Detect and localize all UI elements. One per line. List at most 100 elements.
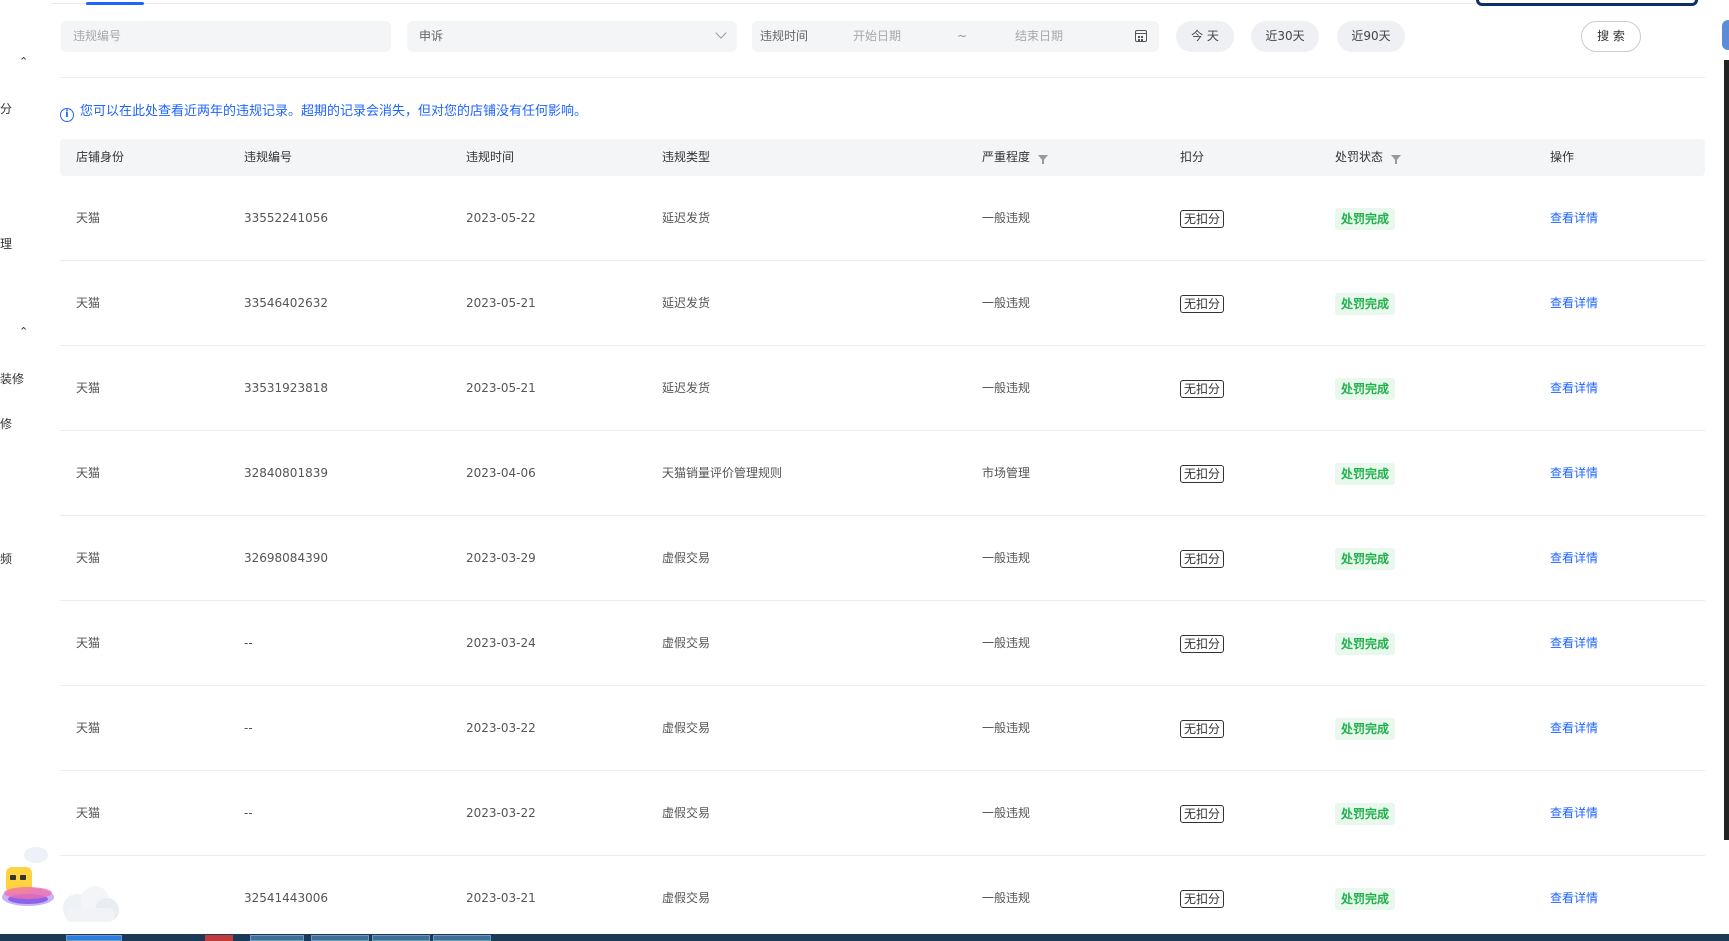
view-details-link[interactable]: 查看详情 — [1550, 431, 1598, 516]
filter-icon[interactable] — [1391, 155, 1402, 164]
cell-severity: 一般违规 — [982, 296, 1031, 310]
points-tag: 无扣分 — [1180, 890, 1225, 908]
cell-shop: 天猫 — [76, 211, 101, 225]
info-notice: i 您可以在此处查看近两年的违规记录。超期的记录会消失，但对您的店铺没有任何影响。 — [60, 103, 587, 122]
view-details-link[interactable]: 查看详情 — [1550, 601, 1598, 686]
table-row: 天猫 32840801839 2023-04-06 天猫销量评价管理规则 市场管理 无扣分… — [60, 431, 1705, 516]
cell-violation-time: 2023-03-24 — [466, 636, 536, 650]
col-violation-type: 违规类型 — [662, 150, 711, 164]
status-badge: 处罚完成 — [1335, 548, 1396, 570]
violation-date-range[interactable]: 违规时间 开始日期 ~ 结束日期 — [752, 21, 1159, 52]
cell-violation-time: 2023-05-22 — [466, 211, 536, 225]
status-badge: 处罚完成 — [1335, 378, 1396, 400]
status-badge: 处罚完成 — [1335, 888, 1396, 910]
search-button[interactable]: 搜 索 — [1581, 21, 1641, 52]
status-badge: 处罚完成 — [1335, 208, 1396, 230]
cell-violation-time: 2023-05-21 — [466, 381, 536, 395]
status-badge: 处罚完成 — [1335, 803, 1396, 825]
notice-text: 您可以在此处查看近两年的违规记录。超期的记录会消失，但对您的店铺没有任何影响。 — [80, 104, 588, 119]
filter-icon[interactable] — [1038, 155, 1049, 164]
view-details-link[interactable]: 查看详情 — [1550, 176, 1598, 261]
taskbar-item[interactable] — [205, 935, 233, 941]
collapse-caret-icon[interactable]: ⌃ — [19, 325, 28, 338]
points-tag: 无扣分 — [1180, 295, 1225, 313]
cell-shop: 天猫 — [76, 806, 101, 820]
cell-violation-no: 32698084390 — [244, 551, 328, 565]
collapse-caret-icon[interactable]: ⌃ — [19, 55, 28, 68]
view-details-link[interactable]: 查看详情 — [1550, 686, 1598, 771]
quick-today-button[interactable]: 今 天 — [1176, 21, 1234, 52]
cell-severity: 市场管理 — [982, 466, 1031, 480]
appeal-select[interactable]: 申诉 — [407, 21, 737, 52]
cell-severity: 一般违规 — [982, 551, 1031, 565]
calendar-icon[interactable] — [1135, 30, 1147, 42]
points-tag: 无扣分 — [1180, 635, 1225, 653]
cell-violation-type: 延迟发货 — [662, 296, 711, 310]
cell-violation-time: 2023-05-21 — [466, 296, 536, 310]
cell-violation-no: -- — [244, 636, 253, 650]
view-details-link[interactable]: 查看详情 — [1550, 516, 1598, 601]
table-row: 天猫 -- 2023-03-22 虚假交易 一般违规 无扣分 处罚完成 查看详情 — [60, 771, 1705, 856]
cell-shop: 天猫 — [76, 381, 101, 395]
end-date-input[interactable]: 结束日期 — [1015, 21, 1063, 52]
table-row: 天猫 -- 2023-03-24 虚假交易 一般违规 无扣分 处罚完成 查看详情 — [60, 601, 1705, 686]
cell-violation-type: 天猫销量评价管理规则 — [662, 466, 783, 480]
date-range-label: 违规时间 — [760, 29, 809, 43]
cell-shop: 天猫 — [76, 551, 101, 565]
side-widget[interactable] — [1722, 20, 1729, 50]
table-row: 天猫 -- 2023-03-22 虚假交易 一般违规 无扣分 处罚完成 查看详情 — [60, 686, 1705, 771]
col-points: 扣分 — [1180, 150, 1205, 164]
cell-violation-time: 2023-03-22 — [466, 721, 536, 735]
col-violation-time: 违规时间 — [466, 150, 515, 164]
sidebar-item-label[interactable]: 频 — [0, 550, 12, 567]
table-row: 天猫 33552241056 2023-05-22 延迟发货 一般违规 无扣分 处罚完成 查看… — [60, 176, 1705, 261]
cell-violation-type: 延迟发货 — [662, 211, 711, 225]
sidebar-item-label[interactable]: 修 — [0, 415, 12, 432]
status-badge: 处罚完成 — [1335, 633, 1396, 655]
cell-violation-type: 虚假交易 — [662, 891, 711, 905]
cloud-icon — [63, 886, 119, 922]
cell-severity: 一般违规 — [982, 636, 1031, 650]
taskbar-item[interactable] — [372, 935, 430, 941]
taskbar-item[interactable] — [250, 935, 304, 941]
view-details-link[interactable]: 查看详情 — [1550, 771, 1598, 856]
view-details-link[interactable]: 查看详情 — [1550, 261, 1598, 346]
status-badge: 处罚完成 — [1335, 718, 1396, 740]
cell-violation-type: 虚假交易 — [662, 721, 711, 735]
table-row: 32541443006 2023-03-21 虚假交易 一般违规 无扣分 处罚完成 查看详情 — [60, 856, 1705, 941]
filter-divider — [60, 77, 1705, 78]
info-icon: i — [60, 108, 74, 122]
cell-severity: 一般违规 — [982, 721, 1031, 735]
points-tag: 无扣分 — [1180, 465, 1225, 483]
quick-90-days-button[interactable]: 近90天 — [1337, 21, 1405, 52]
points-tag: 无扣分 — [1180, 380, 1225, 398]
sidebar-item-label[interactable]: 分 — [0, 100, 12, 117]
sidebar-item-label[interactable]: 装修 — [0, 370, 24, 387]
view-details-link[interactable]: 查看详情 — [1550, 346, 1598, 431]
view-details-link[interactable]: 查看详情 — [1550, 856, 1598, 941]
cell-severity: 一般违规 — [982, 211, 1031, 225]
taskbar-item[interactable] — [66, 935, 122, 941]
cell-shop: 天猫 — [76, 466, 101, 480]
top-right-control[interactable] — [1476, 0, 1698, 6]
taskbar-item[interactable] — [311, 935, 369, 941]
col-action: 操作 — [1550, 150, 1575, 164]
cell-violation-no: 32840801839 — [244, 466, 328, 480]
quick-30-days-button[interactable]: 近30天 — [1251, 21, 1319, 52]
mascot-icon[interactable] — [0, 845, 60, 915]
taskbar-item[interactable] — [433, 935, 491, 941]
col-violation-no: 违规编号 — [244, 150, 293, 164]
appeal-select-value: 申诉 — [419, 29, 444, 43]
table-row: 天猫 32698084390 2023-03-29 虚假交易 一般违规 无扣分 处罚完成 查看… — [60, 516, 1705, 601]
cell-violation-time: 2023-03-29 — [466, 551, 536, 565]
violation-no-input[interactable]: 违规编号 — [61, 21, 391, 52]
cell-violation-no: -- — [244, 721, 253, 735]
cell-violation-no: 32541443006 — [244, 891, 328, 905]
sidebar: ⌃ 分 理 ⌃ 装修 修 频 — [0, 0, 40, 941]
sidebar-item-label[interactable]: 理 — [0, 235, 12, 252]
cell-violation-time: 2023-03-21 — [466, 891, 536, 905]
violation-no-placeholder: 违规编号 — [73, 29, 122, 43]
cell-violation-type: 延迟发货 — [662, 381, 711, 395]
vertical-scrollbar[interactable] — [1724, 60, 1729, 840]
start-date-input[interactable]: 开始日期 — [853, 21, 901, 52]
